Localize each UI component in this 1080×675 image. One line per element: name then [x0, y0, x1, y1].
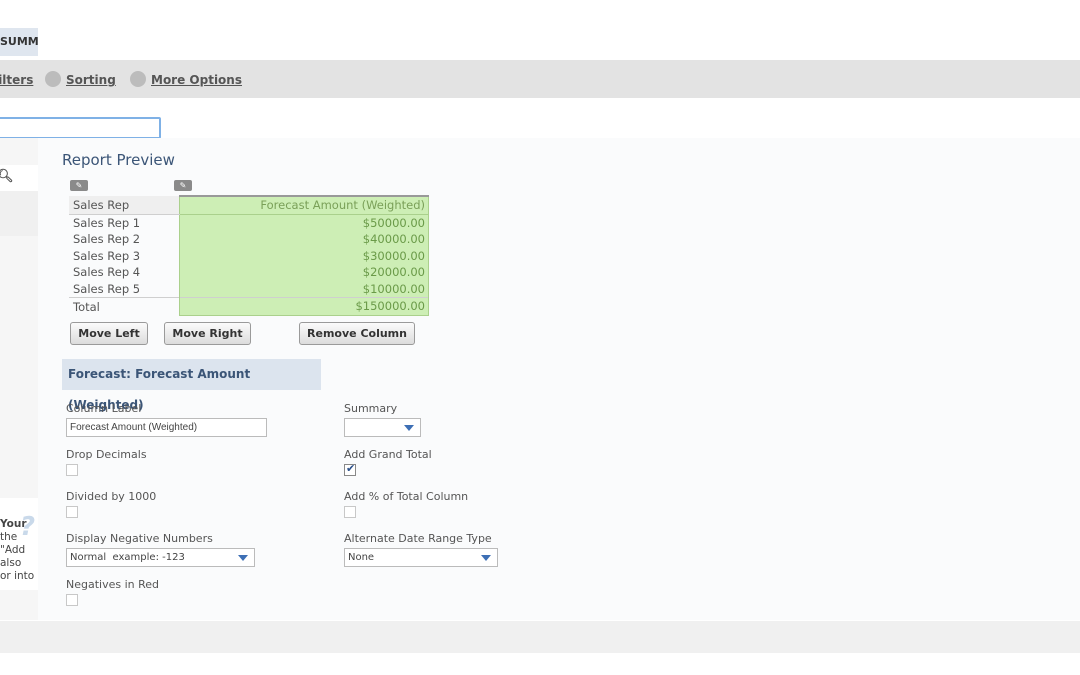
report-preview-table: Sales Rep Forecast Amount (Weighted) Sal…: [69, 195, 429, 316]
search-icon: 🔍︎: [0, 169, 14, 184]
add-percent-total-column-checkbox[interactable]: [344, 506, 356, 518]
left-panel-item[interactable]: 🔍︎: [0, 165, 38, 191]
more-options-link[interactable]: More Options: [151, 70, 242, 90]
help-tip-line: also: [0, 557, 22, 569]
amount-cell: $40000.00: [179, 231, 429, 248]
column-settings-header: Forecast: Forecast Amount (Weighted): [62, 359, 321, 412]
sales-rep-cell: Sales Rep 4: [73, 265, 141, 280]
edit-column-pencil-icon[interactable]: ✎: [174, 180, 192, 191]
divided-by-1000-label: Divided by 1000: [66, 490, 157, 503]
divided-by-1000-checkbox[interactable]: [66, 506, 78, 518]
display-negative-numbers-value: Normal example: -123: [70, 552, 185, 563]
summary-select[interactable]: [344, 418, 421, 437]
table-header-row: Sales Rep Forecast Amount (Weighted): [69, 195, 429, 215]
sorting-link[interactable]: Sorting: [66, 70, 116, 90]
left-panel-section: [0, 191, 38, 236]
chevron-down-icon: [481, 555, 491, 561]
display-negative-numbers-select[interactable]: Normal example: -123: [66, 548, 255, 567]
footer-band: [0, 621, 1080, 653]
amount-cell: $50000.00: [179, 214, 429, 231]
amount-cell: $30000.00: [179, 247, 429, 264]
table-row: Sales Rep 2 $40000.00: [69, 231, 429, 248]
drop-decimals-checkbox[interactable]: [66, 464, 78, 476]
table-row: Sales Rep 4 $20000.00: [69, 264, 429, 281]
sorting-bullet-icon: [45, 71, 61, 87]
total-amount-cell: $150000.00: [179, 297, 429, 316]
chevron-down-icon: [238, 555, 248, 561]
summary-tab[interactable]: SUMMARY: [0, 28, 38, 56]
table-row: Sales Rep 3 $30000.00: [69, 247, 429, 264]
negatives-in-red-label: Negatives in Red: [66, 578, 160, 591]
sales-rep-cell: Sales Rep 3: [73, 248, 141, 263]
add-grand-total-checkbox[interactable]: [344, 462, 356, 476]
sales-rep-cell: Sales Rep 1: [73, 215, 141, 230]
column-header-forecast-amount[interactable]: Forecast Amount (Weighted): [179, 195, 429, 215]
help-tip-line: or into: [0, 570, 35, 582]
filters-link[interactable]: Filters: [0, 70, 33, 90]
move-left-button[interactable]: Move Left: [70, 322, 148, 345]
report-preview-title: Report Preview: [62, 151, 175, 169]
column-label-label: Column Label: [66, 402, 142, 415]
move-right-button[interactable]: Move Right: [164, 322, 251, 345]
remove-column-button[interactable]: Remove Column: [299, 322, 415, 345]
sales-rep-cell: Sales Rep 5: [73, 281, 141, 296]
alternate-date-range-type-label: Alternate Date Range Type: [344, 532, 492, 545]
summary-tab-label: SUMMARY: [0, 35, 38, 48]
amount-cell: $10000.00: [179, 280, 429, 298]
column-header-sales-rep[interactable]: Sales Rep: [69, 196, 180, 215]
help-question-icon: ?: [20, 512, 36, 542]
more-options-bullet-icon: [130, 71, 146, 87]
drop-decimals-label: Drop Decimals: [66, 448, 147, 461]
total-label: Total: [69, 297, 180, 315]
column-label-input[interactable]: [66, 418, 267, 437]
table-row: Sales Rep 1 $50000.00: [69, 214, 429, 231]
alternate-date-range-type-select[interactable]: None: [344, 548, 498, 567]
sales-rep-cell: Sales Rep 2: [73, 232, 141, 247]
add-grand-total-label: Add Grand Total: [344, 448, 432, 461]
search-input[interactable]: [0, 117, 161, 139]
negatives-in-red-checkbox[interactable]: [66, 594, 78, 606]
alternate-date-range-type-value: None: [348, 552, 375, 563]
table-row: Sales Rep 5 $10000.00: [69, 280, 429, 298]
total-row: Total $150000.00: [69, 297, 429, 316]
chevron-down-icon: [404, 425, 414, 431]
amount-cell: $20000.00: [179, 264, 429, 281]
summary-label: Summary: [344, 402, 398, 415]
edit-column-pencil-icon[interactable]: ✎: [70, 180, 88, 191]
add-percent-total-column-label: Add % of Total Column: [344, 490, 469, 503]
display-negative-numbers-label: Display Negative Numbers: [66, 532, 213, 545]
